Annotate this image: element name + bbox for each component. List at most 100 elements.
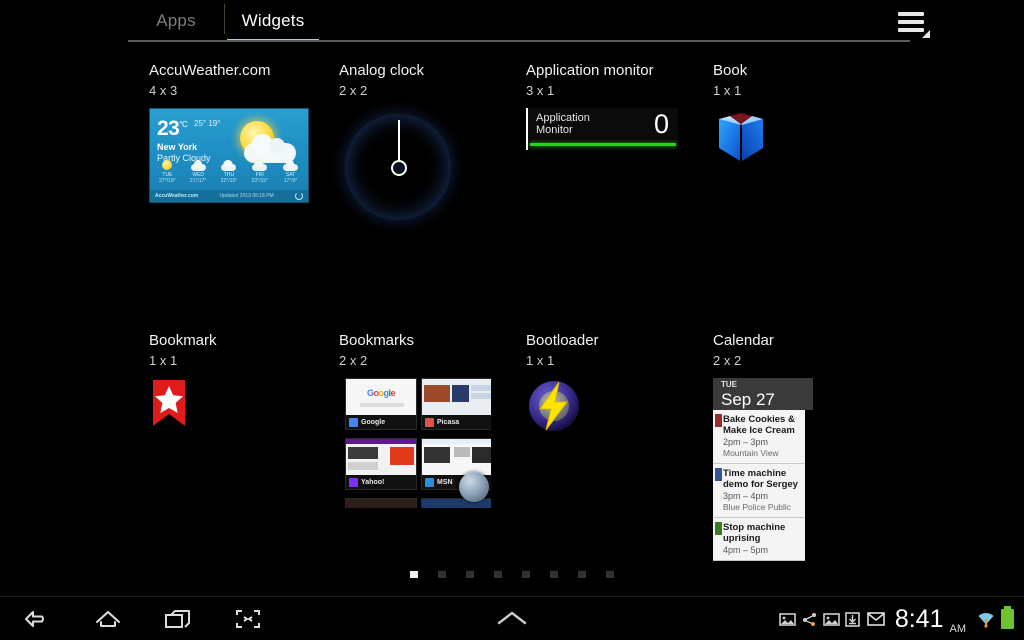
refresh-icon[interactable] (294, 192, 303, 200)
favicon-icon (425, 477, 434, 487)
image-icon (779, 612, 796, 627)
bookmark-name: Yahoo! (361, 478, 385, 486)
weather-updated: Updated 2013 06:18 PM (219, 193, 274, 199)
cloud-icon (283, 160, 299, 171)
widget-item-analog-clock[interactable]: Analog clock 2 x 2 (339, 62, 459, 226)
page-dot-6[interactable] (550, 571, 558, 578)
calendar-event[interactable]: Stop machine uprising 4pm – 5pm (713, 518, 805, 561)
widget-title: Bootloader (526, 332, 599, 349)
bootloader-icon (526, 378, 582, 434)
event-title-line1: Time machine (723, 468, 787, 479)
download-icon (845, 611, 862, 627)
weather-temp-unit: °C (179, 120, 188, 129)
event-time: 2pm – 3pm (723, 437, 769, 447)
widget-title: Book (713, 62, 748, 79)
page-dot-3[interactable] (466, 571, 474, 578)
forecast-day: FRI 23°/15° (245, 160, 275, 184)
status-meridiem: AM (949, 623, 967, 635)
favicon-icon (349, 417, 358, 427)
calendar-event[interactable]: Bake Cookies & Make Ice Cream 2pm – 3pm … (713, 410, 805, 464)
calendar-day-of-week: TUE (721, 380, 737, 389)
widget-size: 1 x 1 (713, 83, 742, 98)
app-monitor-label-line2: Monitor (536, 124, 573, 136)
menu-bar-1 (898, 12, 924, 16)
widget-grid: AccuWeather.com 4 x 3 23°C 25° 19° New Y… (0, 44, 1024, 561)
bookmark-screenshot (422, 439, 491, 475)
tab-apps[interactable]: Apps (128, 0, 224, 42)
event-color-chip (715, 522, 722, 535)
app-monitor-preview: Application Monitor 0 (526, 108, 678, 150)
tab-widgets[interactable]: Widgets (225, 0, 321, 42)
widget-size: 2 x 2 (339, 353, 368, 368)
share-icon (801, 612, 818, 627)
page-dot-5[interactable] (522, 571, 530, 578)
bookmark-screenshot (422, 379, 491, 415)
event-title-line1: Stop machine (723, 522, 786, 533)
bookmark-ribbon-icon (149, 378, 189, 430)
widget-size: 2 x 2 (339, 83, 368, 98)
image-icon (823, 612, 840, 627)
bookmark-name: MSN (437, 478, 453, 486)
bookmark-label-bar: Picasa (422, 415, 491, 429)
bookmark-thumb: Picasa (421, 378, 491, 430)
forecast-day-temps: 17°/9° (283, 178, 298, 184)
hamburger-menu-icon[interactable] (898, 8, 932, 38)
back-icon[interactable] (16, 599, 60, 639)
recent-apps-icon[interactable] (156, 599, 200, 639)
event-title-line2: demo for Sergey (723, 479, 798, 490)
widget-item-calendar[interactable]: Calendar 2 x 2 TUE Sep 27 Bake Cookies &… (713, 332, 813, 578)
widget-item-application-monitor[interactable]: Application monitor 3 x 1 Application Mo… (526, 62, 678, 150)
event-color-chip (715, 414, 722, 427)
widget-item-bootloader[interactable]: Bootloader 1 x 1 (526, 332, 599, 434)
forecast-day-temps: 22°/15° (220, 178, 238, 184)
weather-footer: AccuWeather.com Updated 2013 06:18 PM (150, 190, 308, 202)
widget-size: 4 x 3 (149, 83, 178, 98)
event-title-line2: uprising (723, 533, 761, 544)
top-tab-bar: Apps Widgets (0, 0, 1024, 44)
forecast-day-temps: 27°/19° (159, 178, 176, 184)
app-monitor-value: 0 (653, 109, 669, 139)
home-icon[interactable] (86, 599, 130, 639)
app-monitor-progress-bar (530, 143, 676, 146)
chevron-up-icon[interactable] (495, 607, 529, 629)
app-monitor-label-line1: Application (536, 112, 590, 124)
bookmark-label-bar: Google (346, 415, 416, 429)
widget-size: 3 x 1 (526, 83, 555, 98)
event-title-line2: Make Ice Cream (723, 425, 795, 436)
widget-title: Calendar (713, 332, 774, 349)
sun-icon (160, 160, 175, 171)
event-location: Mountain View (723, 448, 779, 458)
screenshot-icon[interactable] (226, 599, 270, 639)
battery-full-icon (1001, 606, 1014, 629)
event-time: 4pm – 5pm (723, 545, 769, 555)
widget-item-bookmark[interactable]: Bookmark 1 x 1 (149, 332, 217, 430)
weather-brand: AccuWeather.com (155, 193, 199, 199)
page-dot-1[interactable] (410, 571, 418, 578)
analog-clock-preview (339, 108, 459, 226)
widget-item-bookmarks[interactable]: Bookmarks 2 x 2 Google Google Picasa Yah… (339, 332, 491, 508)
page-dot-8[interactable] (606, 571, 614, 578)
weather-widget-preview: 23°C 25° 19° New York Partly Cloudy TUE 2… (149, 108, 309, 203)
page-dot-2[interactable] (438, 571, 446, 578)
widget-item-book[interactable]: Book 1 x 1 (713, 62, 769, 164)
widget-preview (149, 378, 217, 430)
tab-widgets-label: Widgets (241, 11, 305, 30)
sun-cloud-icon (221, 160, 237, 171)
widget-title: Application monitor (526, 62, 654, 79)
cloud-icon (190, 160, 206, 171)
widget-size: 2 x 2 (713, 353, 742, 368)
bookmark-screenshot (346, 499, 416, 508)
status-bar[interactable]: 8:41 AM (779, 597, 1014, 640)
bookmark-name: Picasa (437, 418, 460, 426)
page-dot-7[interactable] (578, 571, 586, 578)
weather-temperature: 23°C (157, 114, 188, 140)
forecast-day: WED 21°/17° (183, 160, 213, 184)
event-location: Blue Police Public (723, 502, 792, 512)
widget-item-accuweather[interactable]: AccuWeather.com 4 x 3 23°C 25° 19° New Y… (149, 62, 309, 203)
calendar-preview: TUE Sep 27 Bake Cookies & Make Ice Cream… (713, 378, 813, 578)
weather-temp-value: 23 (157, 117, 180, 140)
page-dot-4[interactable] (494, 571, 502, 578)
calendar-event[interactable]: Time machine demo for Sergey 3pm – 4pm B… (713, 464, 805, 518)
widget-picker-screen: Apps Widgets AccuWeather.com 4 x 3 23°C … (0, 0, 1024, 640)
menu-bar-2 (898, 20, 924, 24)
